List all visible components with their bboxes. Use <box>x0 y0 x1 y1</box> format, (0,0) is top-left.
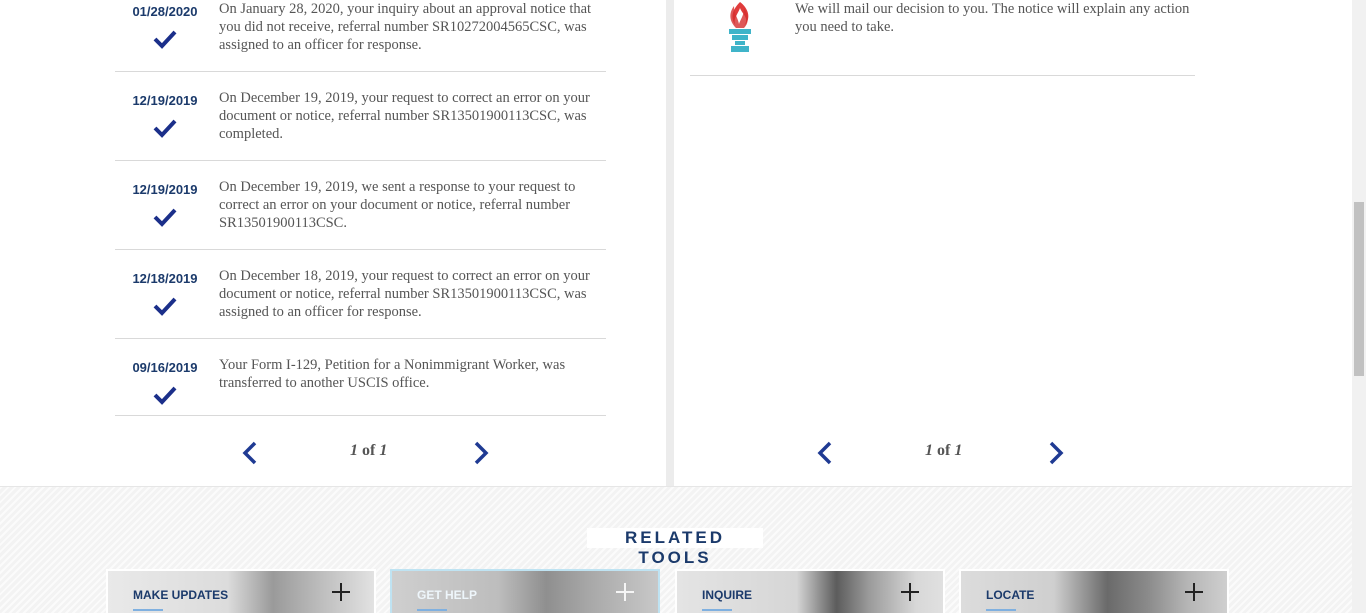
page-of-label: of <box>362 442 376 459</box>
timeline-date: 01/28/2020 <box>132 4 198 19</box>
related-tools-title: RELATED TOOLS <box>587 528 763 567</box>
timeline-item: 01/28/2020 On January 28, 2020, your inq… <box>115 0 606 72</box>
tool-card-underline <box>986 609 1016 611</box>
tool-card-inquire[interactable]: INQUIRE <box>675 569 945 613</box>
tool-card-underline <box>133 609 163 611</box>
tool-card-label: MAKE UPDATES <box>133 588 229 602</box>
current-page: 1 <box>350 442 358 459</box>
timeline-item: 09/16/2019 Your Form I-129, Petition for… <box>115 339 606 416</box>
chevron-right-icon[interactable] <box>1046 440 1066 466</box>
tool-card-label: INQUIRE <box>702 588 753 602</box>
timeline-date: 12/19/2019 <box>132 182 198 197</box>
page-scrollbar[interactable] <box>1352 0 1366 613</box>
timeline-date: 09/16/2019 <box>132 360 198 375</box>
checkmark-icon <box>153 386 177 405</box>
timeline-text: On December 18, 2019, your request to co… <box>219 268 590 320</box>
plus-icon[interactable] <box>330 581 352 603</box>
timeline-date: 12/18/2019 <box>132 271 198 286</box>
column-divider <box>666 0 674 486</box>
next-step-text: We will mail our decision to you. The no… <box>795 1 1190 35</box>
page-indicator: 1 of 1 <box>350 442 387 460</box>
tool-card-label: GET HELP <box>417 588 478 602</box>
timeline-item: 12/18/2019 On December 18, 2019, your re… <box>115 250 606 339</box>
timeline-pager: 1 of 1 <box>240 438 500 468</box>
tool-card-locate[interactable]: LOCATE <box>959 569 1229 613</box>
checkmark-icon <box>153 297 177 316</box>
scrollbar-thumb[interactable] <box>1354 202 1364 376</box>
tool-card-make-updates[interactable]: MAKE UPDATES <box>106 569 376 613</box>
timeline-item: 12/19/2019 On December 19, 2019, we sent… <box>115 161 606 250</box>
tool-card-get-help[interactable]: GET HELP <box>390 569 660 613</box>
torch-icon <box>729 2 751 52</box>
next-steps-pager: 1 of 1 <box>815 438 1075 468</box>
chevron-left-icon[interactable] <box>240 440 260 466</box>
tool-card-underline <box>417 609 447 611</box>
timeline-text: On December 19, 2019, we sent a response… <box>219 179 576 231</box>
plus-icon[interactable] <box>1183 581 1205 603</box>
chevron-left-icon[interactable] <box>815 440 835 466</box>
next-step-item: We will mail our decision to you. The no… <box>690 0 1195 76</box>
timeline-text: On December 19, 2019, your request to co… <box>219 90 590 142</box>
timeline-text: On January 28, 2020, your inquiry about … <box>219 1 592 53</box>
page-indicator: 1 of 1 <box>925 442 962 460</box>
checkmark-icon <box>153 119 177 138</box>
plus-icon[interactable] <box>614 581 636 603</box>
current-page: 1 <box>925 442 933 459</box>
checkmark-icon <box>153 208 177 227</box>
timeline-date: 12/19/2019 <box>132 93 198 108</box>
timeline-text: Your Form I-129, Petition for a Nonimmig… <box>219 357 566 391</box>
timeline-item: 12/19/2019 On December 19, 2019, your re… <box>115 72 606 161</box>
chevron-right-icon[interactable] <box>471 440 491 466</box>
tool-card-underline <box>702 609 732 611</box>
page-of-label: of <box>937 442 951 459</box>
related-tools-section: RELATED TOOLS MAKE UPDATES GET HELP INQU… <box>0 486 1352 613</box>
tool-card-label: LOCATE <box>986 588 1035 602</box>
plus-icon[interactable] <box>899 581 921 603</box>
total-pages: 1 <box>954 442 963 459</box>
total-pages: 1 <box>379 442 388 459</box>
checkmark-icon <box>153 30 177 49</box>
